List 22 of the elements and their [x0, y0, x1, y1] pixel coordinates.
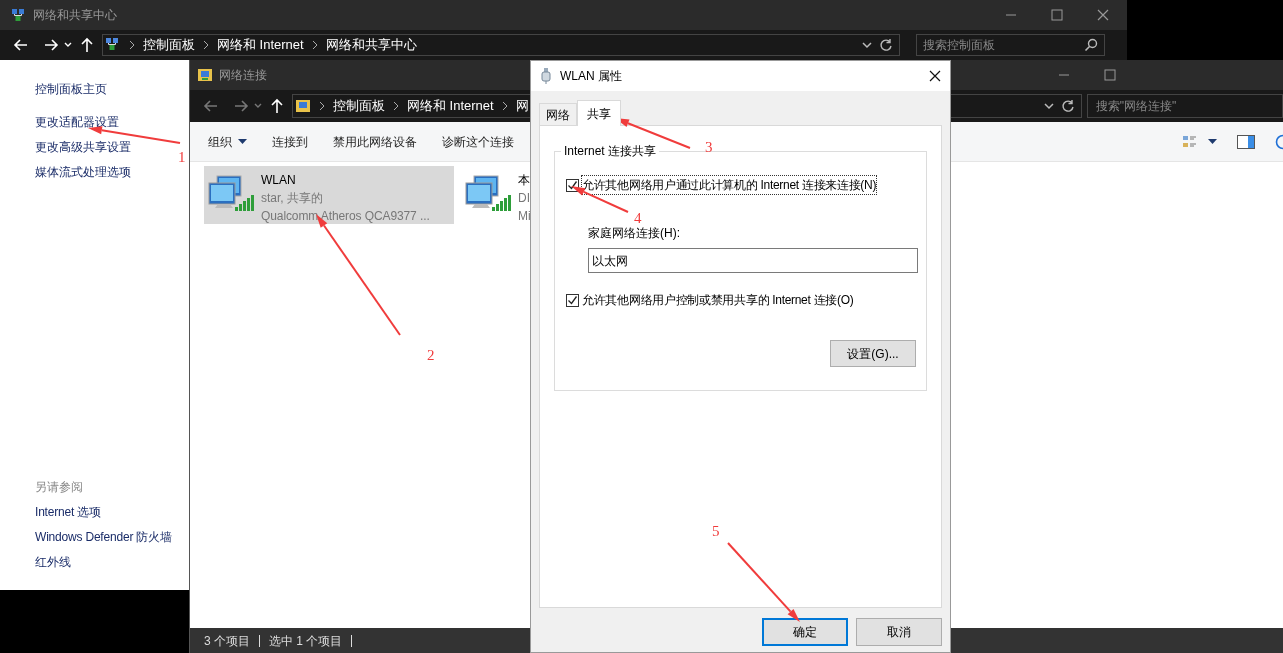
- dialog-title: WLAN 属性: [560, 68, 622, 85]
- annotation-number: 2: [427, 347, 435, 363]
- window-title: 网络连接: [219, 67, 267, 84]
- field-label: 家庭网络连接(H):: [588, 225, 680, 242]
- connection-status: DI: [518, 190, 530, 207]
- status-text: 3 个项目: [204, 632, 250, 650]
- group-title: Internet 连接共享: [561, 144, 660, 158]
- connection-device: Qualcomm Atheros QCA9377 ...: [261, 208, 430, 225]
- connection-name: WLAN: [261, 172, 296, 189]
- window-title: 网络和共享中心: [33, 7, 117, 24]
- annotation-number: 3: [705, 139, 713, 155]
- annotation-number: 4: [634, 210, 642, 226]
- status-text: 选中 1 个项目: [269, 632, 343, 650]
- search-placeholder: 搜索控制面板: [923, 37, 996, 54]
- annotation-number: 1: [178, 149, 186, 165]
- connection-name: 本: [518, 172, 530, 189]
- connection-device: Mi: [518, 208, 531, 225]
- search-placeholder: 搜索"网络连接": [1095, 98, 1177, 115]
- annotation-number: 5: [712, 523, 720, 539]
- field-value: 以太网: [592, 252, 628, 270]
- section-heading: 另请参阅: [35, 479, 83, 495]
- connection-status: star, 共享的: [261, 190, 323, 207]
